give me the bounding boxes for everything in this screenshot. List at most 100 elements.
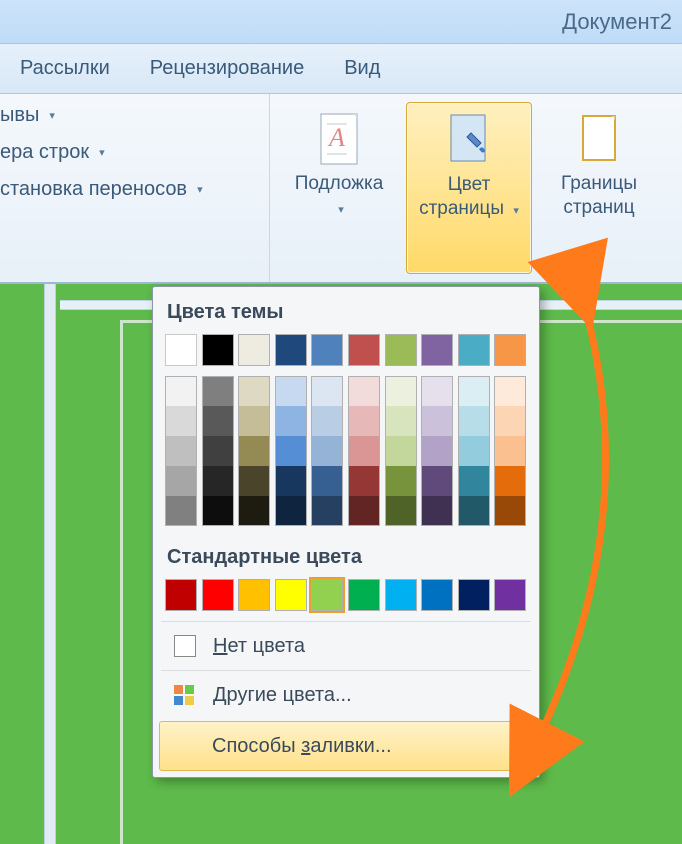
standard-swatch[interactable] xyxy=(494,579,526,611)
shade-swatch[interactable] xyxy=(275,376,307,406)
page-color-dropdown: Цвета темы Стандартные цвета Нет цвета Д… xyxy=(152,286,540,778)
shade-swatch[interactable] xyxy=(385,496,417,526)
page-background-group: A Подложка ▾ Цвет страницы ▾ xyxy=(270,94,682,282)
shade-swatch[interactable] xyxy=(494,436,526,466)
tab-review[interactable]: Рецензирование xyxy=(130,44,324,93)
shade-swatch[interactable] xyxy=(421,406,453,436)
shade-swatch[interactable] xyxy=(385,466,417,496)
watermark-button[interactable]: A Подложка ▾ xyxy=(276,102,402,274)
shade-swatch[interactable] xyxy=(348,376,380,406)
shade-swatch[interactable] xyxy=(165,436,197,466)
shade-swatch[interactable] xyxy=(275,406,307,436)
theme-swatch[interactable] xyxy=(494,334,526,366)
shade-swatch[interactable] xyxy=(458,406,490,436)
shade-swatch[interactable] xyxy=(311,436,343,466)
standard-swatch[interactable] xyxy=(202,579,234,611)
shade-swatch[interactable] xyxy=(311,466,343,496)
shade-swatch[interactable] xyxy=(458,496,490,526)
chevron-down-icon: ▾ xyxy=(197,183,203,196)
shade-swatch[interactable] xyxy=(348,406,380,436)
standard-swatch[interactable] xyxy=(458,579,490,611)
shade-swatch[interactable] xyxy=(238,376,270,406)
shade-swatch[interactable] xyxy=(348,496,380,526)
watermark-icon: A xyxy=(315,110,363,168)
theme-swatch[interactable] xyxy=(311,334,343,366)
shade-swatch[interactable] xyxy=(275,436,307,466)
vertical-ruler[interactable] xyxy=(44,284,56,844)
shade-swatch[interactable] xyxy=(421,376,453,406)
ribbon-tabs: Рассылки Рецензирование Вид xyxy=(0,44,682,94)
shade-swatch[interactable] xyxy=(165,406,197,436)
more-colors-icon xyxy=(171,683,199,707)
shade-swatch[interactable] xyxy=(165,376,197,406)
document-title: Документ2 xyxy=(562,9,672,35)
shade-swatch[interactable] xyxy=(421,496,453,526)
theme-swatch[interactable] xyxy=(458,334,490,366)
shade-swatch[interactable] xyxy=(348,436,380,466)
shade-swatch[interactable] xyxy=(311,496,343,526)
shade-swatch[interactable] xyxy=(275,466,307,496)
shade-swatch[interactable] xyxy=(385,406,417,436)
shade-swatch[interactable] xyxy=(311,376,343,406)
shade-swatch[interactable] xyxy=(494,406,526,436)
shade-swatch[interactable] xyxy=(421,466,453,496)
shade-swatch[interactable] xyxy=(202,376,234,406)
chevron-down-icon: ▾ xyxy=(338,204,344,216)
standard-swatch[interactable] xyxy=(421,579,453,611)
shade-swatch[interactable] xyxy=(238,466,270,496)
tab-mailings[interactable]: Рассылки xyxy=(0,44,130,93)
shade-swatch[interactable] xyxy=(348,466,380,496)
theme-swatch[interactable] xyxy=(348,334,380,366)
theme-shade-grid xyxy=(161,376,531,540)
shade-swatch[interactable] xyxy=(458,436,490,466)
shade-swatch[interactable] xyxy=(202,436,234,466)
no-color-menu-item[interactable]: Нет цвета xyxy=(161,621,531,670)
shade-swatch[interactable] xyxy=(165,496,197,526)
shade-swatch[interactable] xyxy=(458,466,490,496)
page-borders-button[interactable]: Границы страниц xyxy=(536,102,662,274)
standard-colors-title: Стандартные цвета xyxy=(161,540,531,579)
shade-swatch[interactable] xyxy=(494,466,526,496)
shade-swatch[interactable] xyxy=(494,376,526,406)
shade-swatch[interactable] xyxy=(494,496,526,526)
shade-swatch[interactable] xyxy=(275,496,307,526)
shade-swatch[interactable] xyxy=(311,406,343,436)
shade-swatch[interactable] xyxy=(385,436,417,466)
shade-swatch[interactable] xyxy=(202,496,234,526)
page-color-button[interactable]: Цвет страницы ▾ xyxy=(406,102,532,274)
shade-swatch[interactable] xyxy=(165,466,197,496)
hyphenation-button[interactable]: становка переносов▾ xyxy=(0,178,257,201)
theme-swatch[interactable] xyxy=(165,334,197,366)
shade-swatch[interactable] xyxy=(202,466,234,496)
theme-color-row xyxy=(161,334,531,376)
page-borders-icon xyxy=(575,110,623,168)
standard-swatch[interactable] xyxy=(275,579,307,611)
breaks-button[interactable]: ывы▾ xyxy=(0,104,257,127)
no-color-icon xyxy=(174,635,196,657)
svg-text:A: A xyxy=(327,123,345,152)
shade-swatch[interactable] xyxy=(421,436,453,466)
shade-swatch[interactable] xyxy=(458,376,490,406)
shade-swatch[interactable] xyxy=(385,376,417,406)
page-color-icon xyxy=(445,111,493,169)
fill-effects-menu-item[interactable]: Способы заливки... xyxy=(159,721,533,771)
standard-color-row xyxy=(161,579,531,621)
shade-swatch[interactable] xyxy=(202,406,234,436)
tab-view[interactable]: Вид xyxy=(324,44,400,93)
line-numbers-button[interactable]: ера строк▾ xyxy=(0,141,257,164)
shade-swatch[interactable] xyxy=(238,436,270,466)
standard-swatch[interactable] xyxy=(348,579,380,611)
chevron-down-icon: ▾ xyxy=(513,205,519,217)
standard-swatch[interactable] xyxy=(385,579,417,611)
standard-swatch[interactable] xyxy=(238,579,270,611)
more-colors-menu-item[interactable]: Другие цвета... xyxy=(161,670,531,719)
standard-swatch[interactable] xyxy=(165,579,197,611)
shade-swatch[interactable] xyxy=(238,406,270,436)
theme-swatch[interactable] xyxy=(275,334,307,366)
theme-swatch[interactable] xyxy=(421,334,453,366)
theme-swatch[interactable] xyxy=(238,334,270,366)
theme-swatch[interactable] xyxy=(385,334,417,366)
theme-swatch[interactable] xyxy=(202,334,234,366)
standard-swatch[interactable] xyxy=(311,579,343,611)
shade-swatch[interactable] xyxy=(238,496,270,526)
